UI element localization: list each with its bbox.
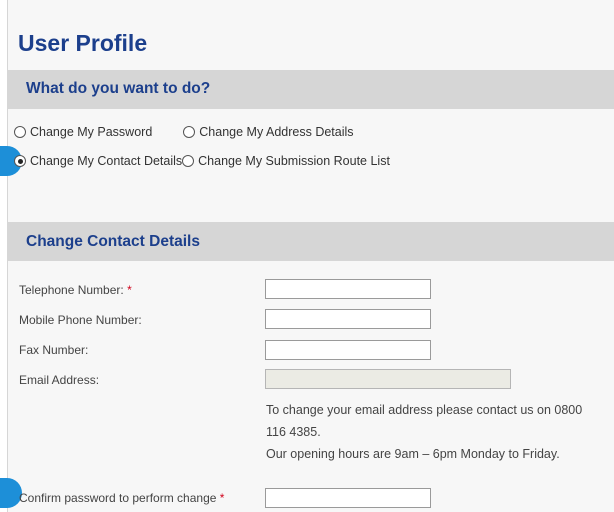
fax-label: Fax Number: xyxy=(19,343,89,357)
confirm-password-label: Confirm password to perform change * xyxy=(19,491,224,505)
radio-label-contact: Change My Contact Details xyxy=(30,154,183,168)
section-title-contact: Change Contact Details xyxy=(26,233,200,250)
email-label: Email Address: xyxy=(19,373,100,387)
telephone-input[interactable] xyxy=(265,279,431,299)
radio-label-password: Change My Password xyxy=(30,125,153,139)
radio-label-address: Change My Address Details xyxy=(199,125,354,139)
radio-change-password[interactable]: Change My Password xyxy=(14,125,152,139)
confirm-password-label-text: Confirm password to perform change xyxy=(19,491,217,505)
radio-label-submission: Change My Submission Route List xyxy=(198,154,390,168)
email-info-line3: Our opening hours are 9am – 6pm Monday t… xyxy=(266,447,560,461)
telephone-label-text: Telephone Number: xyxy=(19,283,124,297)
email-info-line1: To change your email address please cont… xyxy=(266,403,583,417)
mobile-input[interactable] xyxy=(265,309,431,329)
radio-change-address[interactable]: Change My Address Details xyxy=(183,125,354,139)
radio-circle-submission[interactable] xyxy=(182,155,195,167)
radio-change-submission-route[interactable]: Change My Submission Route List xyxy=(182,154,390,168)
email-info-line2: 116 4385. xyxy=(266,425,321,439)
page-title: User Profile xyxy=(18,30,148,56)
required-marker: * xyxy=(219,491,225,505)
radio-change-contact[interactable]: Change My Contact Details xyxy=(14,154,182,168)
section-header-contact: Change Contact Details xyxy=(7,222,614,261)
fax-input[interactable] xyxy=(265,340,431,360)
section-header-what: What do you want to do? xyxy=(7,70,614,109)
required-marker: * xyxy=(127,283,132,297)
radio-circle-contact[interactable] xyxy=(14,155,26,167)
radio-circle-password[interactable] xyxy=(14,126,26,138)
telephone-label: Telephone Number: * xyxy=(19,283,132,297)
radio-circle-address[interactable] xyxy=(183,126,196,138)
email-input xyxy=(265,369,511,389)
radio-row-2: Change My Contact Details Change My Subm… xyxy=(14,152,390,170)
confirm-password-input[interactable] xyxy=(265,488,431,508)
mobile-label: Mobile Phone Number: xyxy=(19,313,142,327)
radio-row-1: Change My Password Change My Address Det… xyxy=(14,123,354,141)
section-title-what: What do you want to do? xyxy=(26,80,211,97)
